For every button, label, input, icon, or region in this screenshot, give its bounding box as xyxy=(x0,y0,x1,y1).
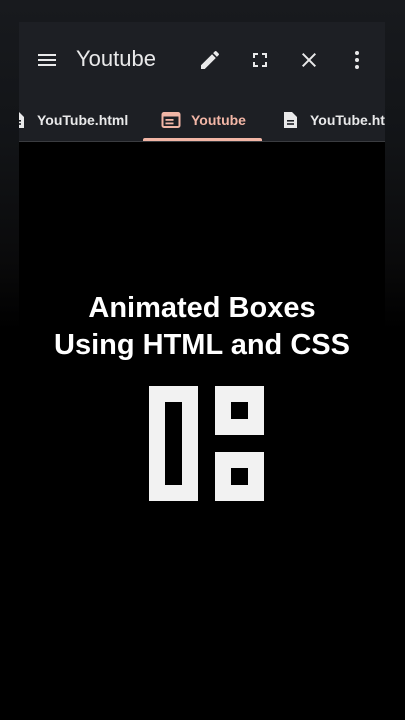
heading-line-2: Using HTML and CSS xyxy=(54,329,350,361)
animated-boxes-logo xyxy=(149,386,264,501)
top-toolbar: Youtube xyxy=(19,22,385,98)
file-icon xyxy=(19,111,24,128)
active-tab-indicator xyxy=(143,138,262,141)
screen: Youtube YouTube.html Youtube YouTube.ht … xyxy=(0,0,405,720)
menu-icon[interactable] xyxy=(35,48,59,72)
tab-youtube-html-1[interactable]: YouTube.html xyxy=(19,98,128,141)
tab-label: YouTube.html xyxy=(37,111,129,128)
browser-preview-icon xyxy=(161,111,181,128)
editor-app-window: Youtube YouTube.html Youtube YouTube.ht … xyxy=(19,22,385,720)
file-icon xyxy=(284,111,297,128)
preview-heading: Animated Boxes Using HTML and CSS xyxy=(19,290,385,364)
tab-label: YouTube.html xyxy=(310,111,385,128)
page-title: Youtube xyxy=(76,46,156,71)
tab-youtube-html-2[interactable]: YouTube.html xyxy=(280,98,385,141)
tab-youtube-preview[interactable]: Youtube xyxy=(161,98,246,141)
fullscreen-icon[interactable] xyxy=(248,48,272,72)
more-vert-icon[interactable] xyxy=(345,48,369,72)
close-icon[interactable] xyxy=(297,48,321,72)
tab-label: Youtube xyxy=(191,111,246,128)
heading-line-1: Animated Boxes xyxy=(88,292,316,324)
pencil-icon[interactable] xyxy=(198,48,222,72)
file-tabs: YouTube.html Youtube YouTube.html xyxy=(19,98,385,142)
preview-content: Animated Boxes Using HTML and CSS xyxy=(19,143,385,720)
